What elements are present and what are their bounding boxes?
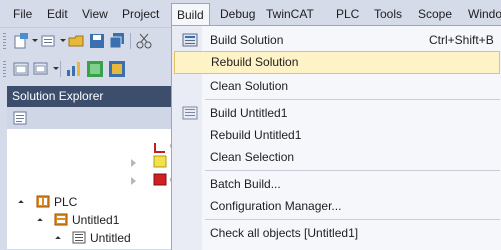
menu-item-check-all-objects[interactable]: Check all objects [Untitled1] (174, 222, 500, 244)
menu-item-build-solution[interactable]: Build Solution Ctrl+Shift+B (174, 29, 500, 51)
config-mode-icon[interactable] (108, 60, 126, 78)
plc-project-icon (54, 213, 68, 226)
menu-item-label: Build Untitled1 (210, 106, 288, 120)
menu-item-label: Rebuild Untitled1 (210, 128, 302, 142)
save-icon[interactable] (88, 32, 106, 50)
output-icon (153, 173, 167, 186)
standard-toolbar (0, 28, 180, 54)
menu-view[interactable]: View (80, 5, 110, 23)
expand-arrow-icon[interactable] (131, 159, 136, 167)
collapse-arrow-icon[interactable] (37, 218, 43, 224)
toolbar-grip[interactable] (3, 33, 6, 49)
tree-item-untitled1[interactable]: Untitled1 (72, 211, 119, 229)
menu-item-rebuild-untitled1[interactable]: Rebuild Untitled1 (174, 124, 500, 146)
menu-item-rebuild-solution[interactable]: Rebuild Solution (174, 51, 500, 74)
save-all-icon[interactable] (108, 32, 126, 50)
solution-explorer-tree: C I C PLC Untitled1 Untitled (7, 129, 179, 249)
plc-project-file-icon (72, 231, 86, 244)
solution-explorer-title: Solution Explorer (7, 86, 176, 107)
add-item-icon[interactable] (40, 32, 58, 50)
twincat-toolbar (0, 56, 180, 82)
menu-item-clean-selection[interactable]: Clean Selection (174, 146, 500, 168)
menu-bar: File Edit View Project Build Debug TwinC… (0, 0, 501, 28)
build-project-icon (182, 106, 198, 120)
menu-item-batch-build[interactable]: Batch Build... (174, 173, 500, 195)
tree-item-untitled[interactable]: Untitled (90, 229, 131, 247)
collapse-arrow-icon[interactable] (18, 200, 24, 206)
menu-item-label: Batch Build... (210, 177, 281, 191)
menu-item-label: Clean Solution (210, 79, 289, 93)
menu-project[interactable]: Project (120, 5, 161, 23)
build-menu-dropdown: Build Solution Ctrl+Shift+B Rebuild Solu… (171, 25, 501, 250)
menu-separator (205, 219, 500, 220)
menu-tools[interactable]: Tools (372, 5, 404, 23)
axis-icon (154, 143, 165, 153)
toolbar-grip[interactable] (3, 61, 6, 77)
menu-twincat[interactable]: TwinCAT (264, 5, 316, 23)
window-icon[interactable] (12, 60, 30, 78)
new-project-icon[interactable] (12, 32, 30, 50)
menu-item-label: Clean Selection (210, 150, 295, 164)
menu-window[interactable]: Windo (466, 5, 501, 23)
menu-item-shortcut: Ctrl+Shift+B (429, 33, 494, 47)
menu-plc[interactable]: PLC (334, 5, 361, 23)
menu-build[interactable]: Build (171, 3, 210, 26)
menu-item-label: Configuration Manager... (210, 199, 342, 213)
toolbar-separator (130, 33, 131, 49)
collapse-arrow-icon[interactable] (55, 236, 61, 242)
build-solution-icon (182, 33, 198, 47)
menu-item-label: Rebuild Solution (211, 55, 299, 69)
plc-icon (36, 195, 50, 208)
chevron-down-icon[interactable] (60, 39, 66, 42)
solution-explorer-toolbar (7, 107, 176, 129)
menu-separator (205, 99, 500, 100)
expand-arrow-icon[interactable] (131, 177, 136, 185)
cut-icon[interactable] (135, 32, 153, 50)
chevron-down-icon[interactable] (32, 39, 38, 42)
menu-item-label: Build Solution (210, 33, 284, 47)
toolbar-separator (60, 61, 61, 77)
tree-item-plc[interactable]: PLC (54, 193, 77, 211)
menu-item-label: Check all objects [Untitled1] (210, 226, 359, 240)
menu-item-configuration-manager[interactable]: Configuration Manager... (174, 195, 500, 217)
chevron-down-icon[interactable] (53, 67, 59, 70)
window-activate-icon[interactable] (33, 60, 51, 78)
menu-edit[interactable]: Edit (45, 5, 70, 23)
menu-scope[interactable]: Scope (416, 5, 454, 23)
menu-debug[interactable]: Debug (218, 5, 257, 23)
menu-item-clean-solution[interactable]: Clean Solution (174, 75, 500, 97)
properties-icon[interactable] (13, 111, 27, 125)
open-folder-icon[interactable] (68, 32, 86, 50)
input-icon (153, 155, 167, 168)
run-mode-icon[interactable] (86, 60, 104, 78)
menu-file[interactable]: File (11, 5, 34, 23)
activate-configuration-icon[interactable] (65, 60, 83, 78)
menu-item-build-untitled1[interactable]: Build Untitled1 (174, 102, 500, 124)
menu-separator (205, 170, 500, 171)
